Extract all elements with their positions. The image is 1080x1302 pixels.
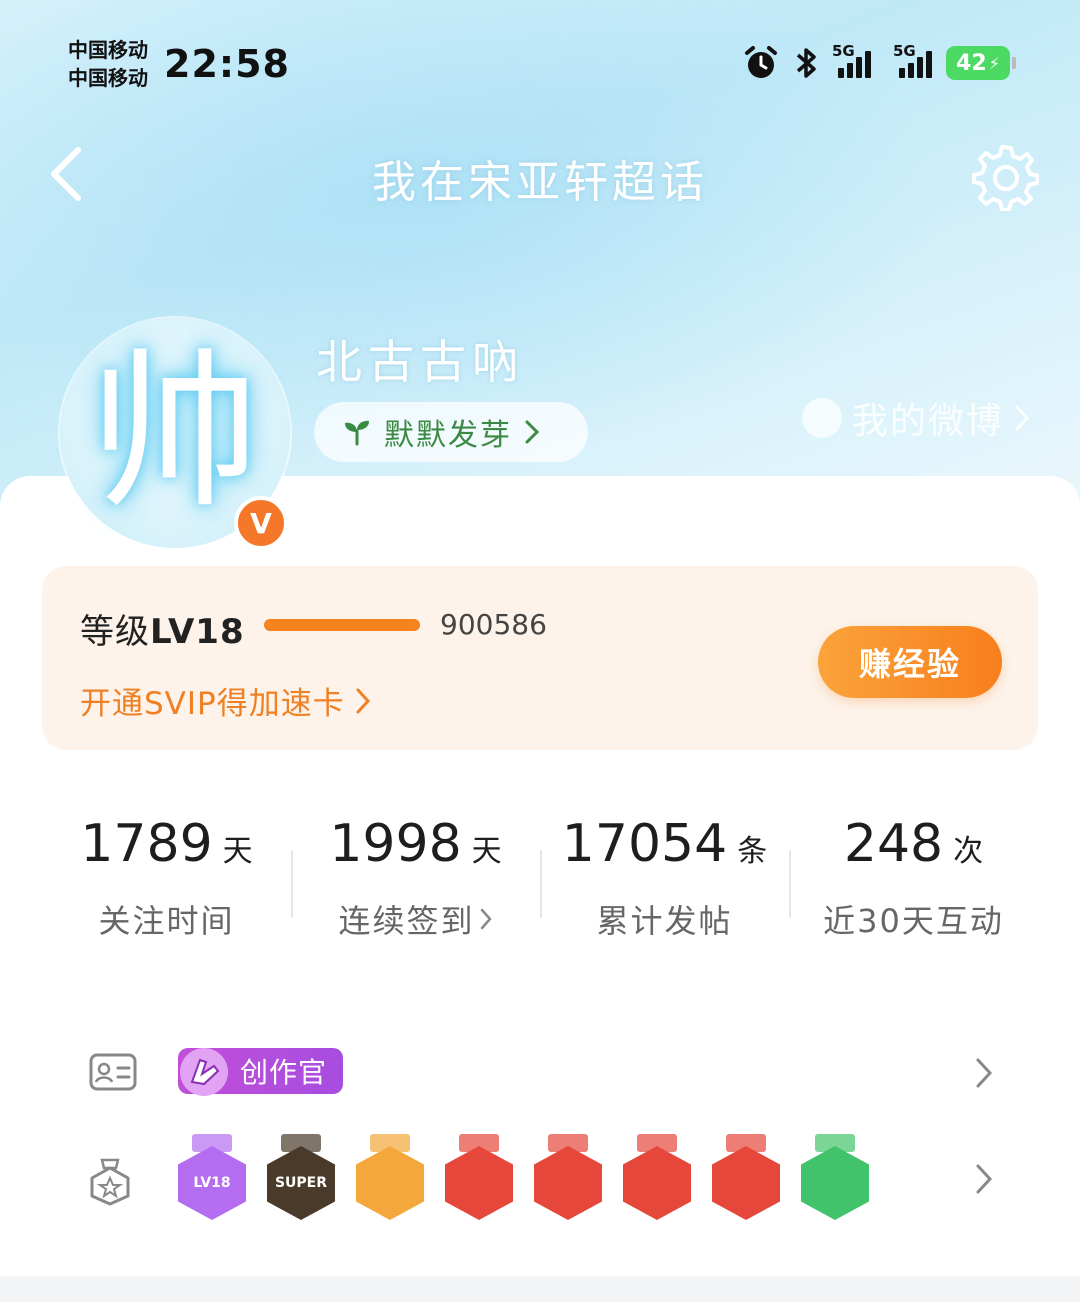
stat-interactions: 248 次 近30天互动 <box>789 776 1038 972</box>
medal-face <box>801 1146 869 1220</box>
level-label: 等级LV18 <box>80 604 245 653</box>
medal-face <box>623 1146 691 1220</box>
fan-tag-label: 默默发芽 <box>384 418 512 453</box>
medals-row[interactable]: LV18 SUPER <box>42 1134 1038 1234</box>
stat-unit: 次 <box>953 834 984 869</box>
chevron-right-icon <box>976 1164 993 1194</box>
level-progress-fill <box>264 619 420 631</box>
username: 北古古吶 <box>316 335 524 389</box>
identity-row[interactable]: 创作官 <box>42 1040 1038 1104</box>
settings-button[interactable] <box>968 140 1040 212</box>
carrier-2: 中国移动 <box>68 66 148 90</box>
stat-value: 1998 <box>329 814 462 874</box>
signal-icon-1: 5G <box>832 42 871 78</box>
my-weibo-link[interactable]: 我的微博 <box>801 392 1030 444</box>
gear-icon <box>972 145 1039 211</box>
level-value: LV18 <box>150 612 245 652</box>
nav-bar: 我在宋亚轩超话 <box>0 130 1080 220</box>
my-weibo-label: 我的微博 <box>851 401 1004 442</box>
experience-points: 900586 <box>440 608 547 641</box>
stat-unit: 条 <box>737 834 768 869</box>
chevron-right-icon <box>525 420 540 444</box>
level-prefix: 等级 <box>80 612 150 652</box>
charging-icon: ⚡ <box>988 53 1000 73</box>
creator-badge: 创作官 <box>178 1048 344 1096</box>
crown-medal <box>354 1134 426 1222</box>
page-title: 我在宋亚轩超话 <box>372 157 708 208</box>
medal-face <box>445 1146 513 1220</box>
id-card-icon <box>89 1053 137 1091</box>
sprout-icon <box>345 420 369 446</box>
chevron-right-icon <box>356 688 370 713</box>
creator-hand-icon <box>180 1048 228 1096</box>
stat-checkin-streak[interactable]: 1998 天 连续签到 <box>291 776 540 972</box>
battery-level: 42 <box>956 50 987 76</box>
verified-badge: V <box>234 496 288 550</box>
stat-follow-time: 1789 天 关注时间 <box>42 776 291 972</box>
stat-label: 连续签到 <box>338 902 475 940</box>
medal-face <box>712 1146 780 1220</box>
lv18-medal: LV18 <box>176 1134 248 1222</box>
stat-label-row: 连续签到 <box>338 896 492 942</box>
creator-label: 创作官 <box>240 1056 328 1089</box>
medals-list: LV18 SUPER <box>176 1134 906 1234</box>
status-bar: 中国移动 中国移动 22:58 5G 5G 42 ⚡ <box>0 30 1080 100</box>
zodiac-medal-1 <box>443 1134 515 1222</box>
avatar-glyph: 帅 <box>89 334 260 532</box>
medal-icon <box>90 1158 130 1206</box>
stat-unit: 天 <box>222 834 253 869</box>
chevron-right-icon <box>1015 405 1030 431</box>
earn-experience-button[interactable]: 赚经验 <box>818 626 1002 698</box>
stat-value: 1789 <box>80 814 213 874</box>
fan-tag-button[interactable]: 默默发芽 <box>314 402 588 462</box>
alarm-icon <box>745 46 777 78</box>
hand-medal <box>799 1134 871 1222</box>
chevron-right-icon <box>480 908 492 930</box>
medal-face <box>534 1146 602 1220</box>
chevron-right-icon <box>976 1058 993 1088</box>
stat-total-posts: 17054 条 累计发帖 <box>540 776 789 972</box>
clock: 22:58 <box>164 42 290 86</box>
carrier-names: 中国移动 中国移动 <box>68 36 148 92</box>
badges-card: 创作官 LV18 SUPER <box>42 1004 1038 1250</box>
stat-value: 17054 <box>561 814 728 874</box>
svip-link[interactable]: 开通SVIP得加速卡 <box>80 678 371 723</box>
medal-face <box>356 1146 424 1220</box>
medal-face: LV18 <box>178 1146 246 1220</box>
bluetooth-icon <box>796 48 816 78</box>
stat-label: 关注时间 <box>98 902 235 940</box>
stat-value: 248 <box>843 814 944 874</box>
super-medal: SUPER <box>265 1134 337 1222</box>
medal-face: SUPER <box>267 1146 335 1220</box>
stat-label: 近30天互动 <box>823 902 1004 940</box>
user-avatar-icon <box>801 398 842 438</box>
stat-unit: 天 <box>471 834 502 869</box>
carrier-1: 中国移动 <box>68 38 148 62</box>
signal-icon-2: 5G <box>893 42 932 78</box>
svip-label: 开通SVIP得加速卡 <box>80 686 345 722</box>
stat-label: 累计发帖 <box>596 902 733 940</box>
battery-indicator: 42 ⚡ <box>946 46 1016 80</box>
zodiac-medal-2 <box>532 1134 604 1222</box>
level-progress-bar <box>264 619 420 631</box>
status-icons: 5G 5G 42 ⚡ <box>742 42 1016 82</box>
zodiac-medal-3 <box>621 1134 693 1222</box>
level-card: 等级LV18 900586 开通SVIP得加速卡 赚经验 <box>42 566 1038 750</box>
stats-card: 1789 天 关注时间 1998 天 连续签到 17054 条 累计发帖 248 次 近… <box>42 776 1038 972</box>
zodiac-medal-4 <box>710 1134 782 1222</box>
